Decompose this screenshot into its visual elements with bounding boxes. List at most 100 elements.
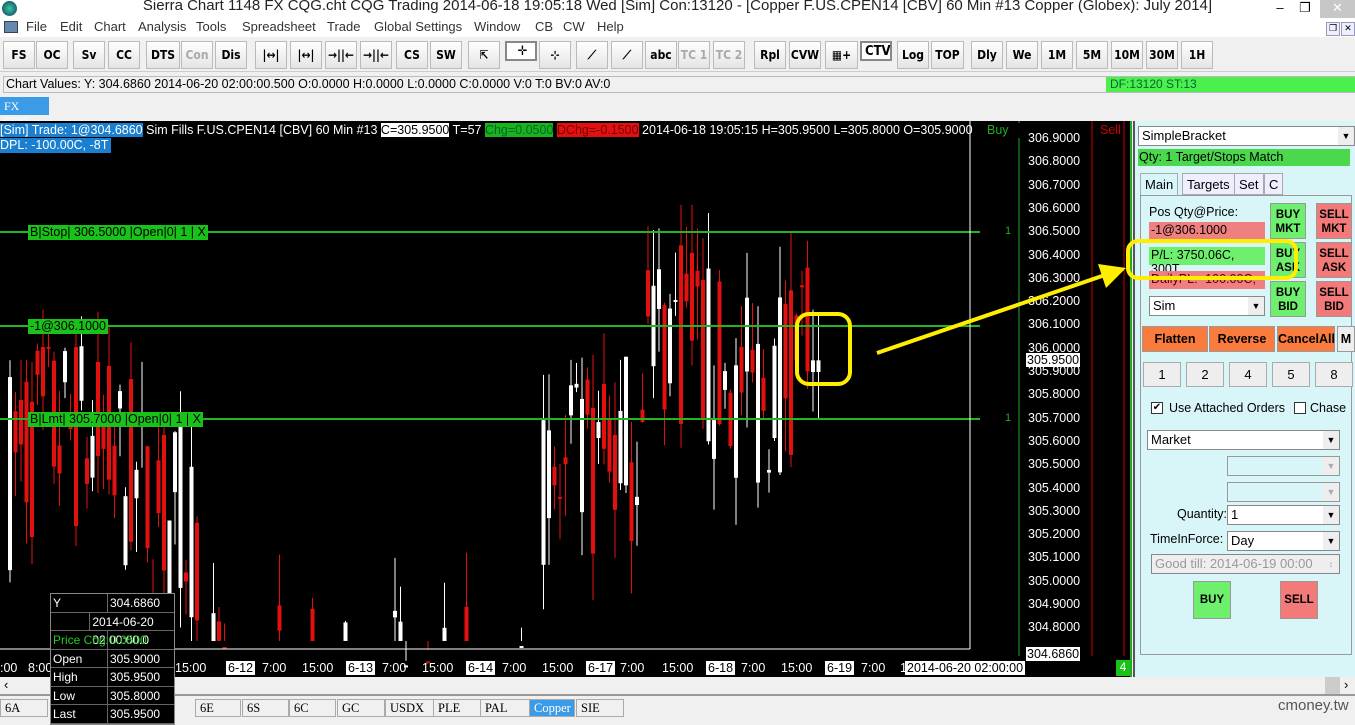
toolbar-button-18[interactable]: abc [645,41,677,69]
menu-global-settings[interactable]: Global Settings [374,19,462,34]
toolbar-button-28[interactable]: We [1006,41,1038,69]
menu-trade[interactable]: Trade [327,19,360,34]
cancel-all-button[interactable]: CancelAll [1277,326,1335,352]
toolbar-button-8[interactable]: |↔| [290,41,322,69]
horizontal-scrollbar[interactable]: ‹ › [0,677,1355,696]
toolbar-button-30[interactable]: 5M [1076,41,1108,69]
toolbar-button-14[interactable]: ✛ [505,41,537,61]
m-button[interactable]: M [1337,326,1355,352]
tab-c[interactable]: C [1264,173,1284,195]
sheet-tab-usdx[interactable]: USDX [385,699,438,717]
sheet-tab-6e[interactable]: 6E [195,699,241,717]
child-close-button[interactable]: ✕ [1341,22,1355,36]
qty-button-1[interactable]: 1 [1143,362,1181,387]
tab-main[interactable]: Main [1140,173,1179,195]
toolbar-button-19[interactable]: TC 1 [678,41,710,69]
reverse-button[interactable]: Reverse [1209,326,1275,352]
account-select[interactable]: Sim ▼ [1149,296,1265,316]
limit-order-label[interactable]: B|Lmt| 305.7000 |Open|0| 1 | X [28,412,203,427]
menu-help[interactable]: Help [597,19,624,34]
toolbar-button-22[interactable]: CVW [789,41,821,69]
tif-select[interactable]: Day ▼ [1227,531,1340,551]
tab-set[interactable]: Set [1234,173,1264,195]
toolbar-button-33[interactable]: 1H [1181,41,1213,69]
buy-ask-button[interactable]: BUY ASK [1270,242,1306,278]
toolbar-button-11[interactable]: CS [396,41,428,69]
toolbar-button-2[interactable]: Sv [73,41,105,69]
close-button[interactable]: ✕ [1320,0,1355,18]
qty-button-8[interactable]: 8 [1315,362,1353,387]
position-label[interactable]: -1@306.1000 [28,319,108,334]
sheet-tab-pal[interactable]: PAL [480,699,536,717]
buy-bid-button[interactable]: BUY BID [1270,281,1306,317]
toolbar-button-32[interactable]: 30M [1146,41,1178,69]
sell-ask-button[interactable]: SELL ASK [1316,242,1352,278]
toolbar-button-1[interactable]: OC [36,41,68,69]
sell-market-button[interactable]: SELL MKT [1316,203,1352,239]
price2-select[interactable]: ▼ [1227,482,1340,502]
toolbar-button-6[interactable]: Dis [215,41,247,69]
toolbar-button-12[interactable]: SW [430,41,462,69]
buy-button[interactable]: BUY [1193,581,1231,619]
good-till-field[interactable]: Good till: 2014-06-19 00:00 ↕ [1151,554,1340,574]
menu-spreadsheet[interactable]: Spreadsheet [242,19,316,34]
toolbar-button-13[interactable]: ⇱ [468,41,500,69]
toolbar-button-17[interactable]: ⟋ [611,41,643,69]
toolbar-button-21[interactable]: Rpl [754,41,786,69]
toolbar-button-3[interactable]: CC [108,41,140,69]
sell-bid-button[interactable]: SELL BID [1316,281,1352,317]
price1-select[interactable]: ▼ [1227,456,1340,476]
chartbook-tab[interactable]: FX CQG [0,97,49,128]
sheet-tab-6s[interactable]: 6S [242,699,289,717]
sheet-tab-6c[interactable]: 6C [289,699,336,717]
menu-cw[interactable]: CW [563,19,585,34]
strategy-select[interactable]: SimpleBracket ▼ [1138,126,1355,146]
toolbar-button-0[interactable]: FS [3,41,35,69]
toolbar-button-26[interactable]: TOP [931,41,964,69]
flatten-button[interactable]: Flatten [1142,326,1208,352]
scroll-left-icon[interactable]: ‹ [4,677,8,692]
menu-edit[interactable]: Edit [60,19,82,34]
qty-button-4[interactable]: 4 [1229,362,1267,387]
quantity-select[interactable]: 1 ▼ [1227,505,1340,525]
toolbar-button-5[interactable]: Con [181,41,213,69]
qty-button-5[interactable]: 5 [1272,362,1310,387]
limit-order-qty: 1 [1005,412,1012,424]
order-type-select[interactable]: Market ▼ [1147,430,1340,450]
toolbar-button-25[interactable]: Log [897,41,929,69]
menu-tools[interactable]: Tools [196,19,226,34]
sheet-tab-sie[interactable]: SIE [576,699,624,717]
tab-targets[interactable]: Targets [1182,173,1235,195]
toolbar-button-24[interactable]: CTV [860,41,892,61]
sheet-tab-ple[interactable]: PLE [433,699,486,717]
stop-order-label[interactable]: B|Stop| 306.5000 |Open|0| 1 | X [28,225,208,240]
sell-button[interactable]: SELL [1280,581,1318,619]
sheet-tab-gc[interactable]: GC [337,699,385,717]
use-attached-orders-checkbox[interactable]: ✔ [1151,402,1163,414]
menu-cb[interactable]: CB [535,19,553,34]
toolbar-button-10[interactable]: →||← [360,41,392,69]
toolbar-button-7[interactable]: |↔| [255,41,287,69]
buy-market-button[interactable]: BUY MKT [1270,203,1306,239]
menu-file[interactable]: File [26,19,47,34]
chase-checkbox[interactable] [1294,402,1306,414]
toolbar-button-29[interactable]: 1M [1041,41,1073,69]
toolbar-button-31[interactable]: 10M [1111,41,1143,69]
toolbar-button-27[interactable]: Dly [971,41,1003,69]
child-restore-button[interactable]: ❐ [1326,22,1340,36]
sheet-tab-6a[interactable]: 6A [0,699,48,717]
scroll-right-icon[interactable]: › [1344,677,1348,692]
toolbar-button-15[interactable]: ⊹ [539,41,571,69]
maximize-button[interactable]: ❐ [1290,0,1320,18]
toolbar-button-23[interactable]: ▦+ [825,41,858,69]
menu-analysis[interactable]: Analysis [138,19,186,34]
toolbar-button-4[interactable]: DTS [146,41,180,69]
menu-window[interactable]: Window [474,19,520,34]
menu-chart[interactable]: Chart [94,19,126,34]
qty-button-2[interactable]: 2 [1186,362,1224,387]
sheet-tab-copper[interactable]: Copper [529,699,575,717]
toolbar-button-16[interactable]: ⟋ [576,41,608,69]
scroll-thumb[interactable] [1325,677,1340,694]
toolbar-button-20[interactable]: TC 2 [713,41,745,69]
toolbar-button-9[interactable]: →||← [325,41,357,69]
